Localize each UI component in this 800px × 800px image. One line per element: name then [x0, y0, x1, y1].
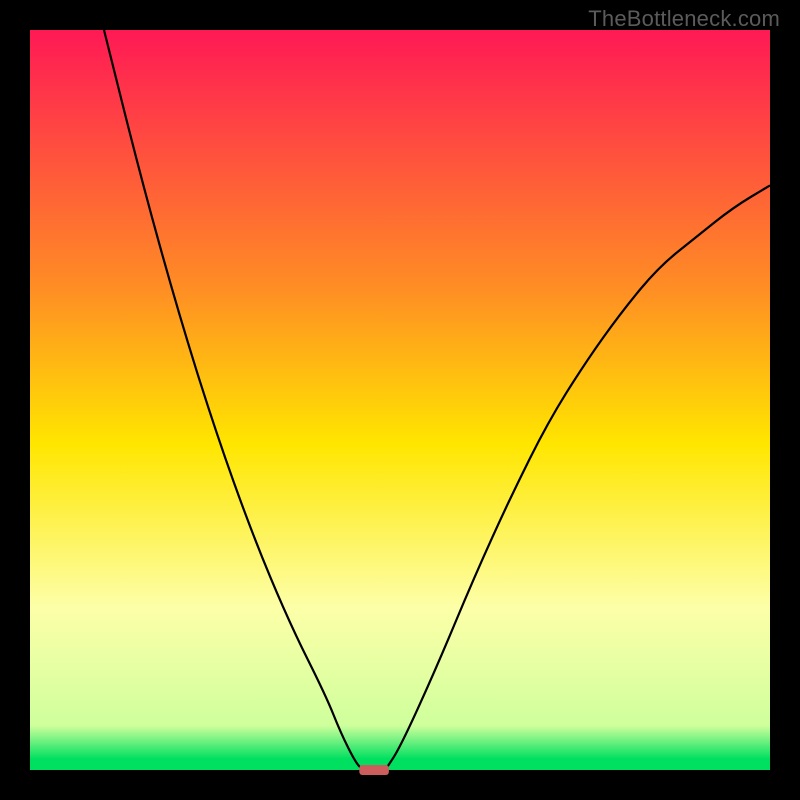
chart-frame: TheBottleneck.com	[0, 0, 800, 800]
bottleneck-chart	[0, 0, 800, 800]
plot-background	[30, 30, 770, 770]
baseline-marker	[359, 765, 389, 775]
watermark-text: TheBottleneck.com	[588, 6, 780, 32]
